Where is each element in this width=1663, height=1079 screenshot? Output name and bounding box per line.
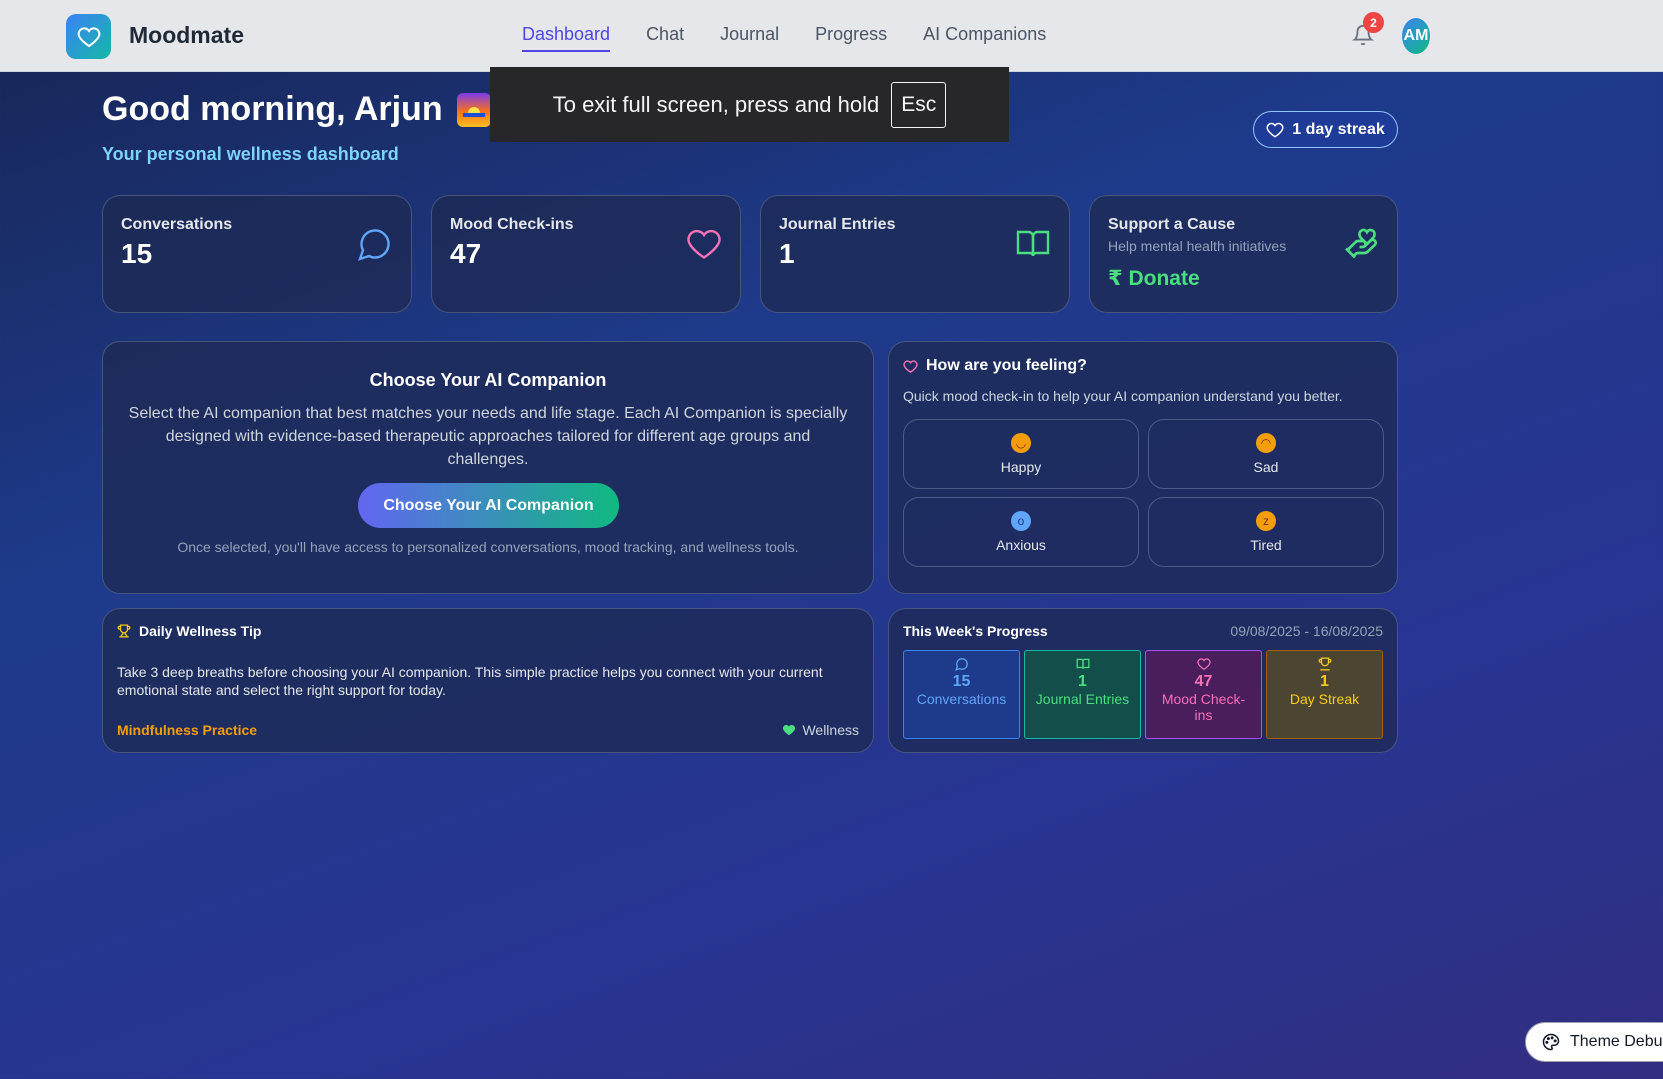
mood-option-label: Happy	[1000, 459, 1042, 475]
progress-tile-journal: 1 Journal Entries	[1024, 650, 1141, 739]
progress-title: This Week's Progress	[903, 623, 1048, 639]
sleepy-face-icon: z	[1256, 511, 1276, 531]
progress-date-range: 09/08/2025 - 16/08/2025	[1230, 623, 1383, 639]
mood-title-text: How are you feeling?	[926, 357, 1087, 374]
wellness-tip-card: Daily Wellness Tip Take 3 deep breaths b…	[102, 608, 874, 753]
nav-link-progress[interactable]: Progress	[815, 24, 887, 52]
tip-category: Wellness	[782, 722, 859, 738]
esc-key: Esc	[891, 81, 947, 128]
app-logo[interactable]	[66, 14, 111, 59]
companion-description: Select the AI companion that best matche…	[128, 405, 848, 468]
companion-title: Choose Your AI Companion	[369, 370, 607, 390]
notification-badge: 2	[1363, 12, 1384, 33]
choose-companion-button[interactable]: Choose Your AI Companion	[358, 483, 619, 528]
stat-label: Conversations	[121, 216, 233, 233]
progress-label: Day Streak	[1289, 691, 1360, 707]
progress-label: Conversations	[916, 691, 1007, 707]
heart-icon	[903, 359, 918, 373]
trophy-icon	[117, 624, 131, 638]
toast-text: To exit full screen, press and hold	[552, 91, 880, 117]
stat-value: 47	[450, 238, 482, 269]
hand-heart-icon	[1345, 228, 1378, 259]
mood-option-tired[interactable]: z Tired	[1148, 497, 1384, 567]
companion-note: Once selected, you'll have access to per…	[177, 539, 799, 555]
heart-icon	[687, 229, 721, 259]
nav-link-chat[interactable]: Chat	[646, 24, 684, 52]
tip-text: Take 3 deep breaths before choosing your…	[117, 664, 823, 698]
heart-icon	[77, 26, 100, 47]
palette-icon	[1542, 1033, 1560, 1051]
top-navbar: Moodmate Dashboard Chat Journal Progress…	[0, 0, 1663, 72]
mood-option-happy[interactable]: ◡ Happy	[903, 419, 1139, 489]
book-icon	[1016, 230, 1050, 257]
tip-title: Daily Wellness Tip	[117, 623, 261, 639]
heart-icon	[1196, 658, 1211, 671]
tip-title-text: Daily Wellness Tip	[139, 623, 262, 639]
progress-value: 47	[1194, 673, 1213, 690]
donate-button[interactable]: ₹ Donate	[1108, 266, 1200, 291]
donate-button-label: Donate	[1128, 267, 1200, 290]
sad-face-icon: ◠	[1256, 433, 1276, 453]
progress-value: 1	[1320, 673, 1329, 690]
nav-link-dashboard[interactable]: Dashboard	[522, 24, 611, 52]
book-icon	[1076, 658, 1089, 669]
brand-name: Moodmate	[129, 22, 244, 48]
greeting-heading: Good morning, Arjun	[102, 90, 491, 129]
chat-bubble-icon	[358, 229, 390, 261]
greeting-text: Good morning, Arjun	[102, 90, 443, 128]
nav-links: Dashboard Chat Journal Progress AI Compa…	[522, 24, 1046, 52]
progress-tile-conversations: 15 Conversations	[903, 650, 1020, 739]
trophy-icon	[1318, 657, 1331, 671]
progress-tile-mood: 47 Mood Check-ins	[1145, 650, 1262, 739]
chat-bubble-icon	[954, 658, 968, 671]
mood-option-anxious[interactable]: o Anxious	[903, 497, 1139, 567]
mood-option-sad[interactable]: ◠ Sad	[1148, 419, 1384, 489]
heart-icon	[1266, 122, 1284, 138]
donate-card: Support a Cause Help mental health initi…	[1089, 195, 1398, 313]
rupee-icon: ₹	[1108, 267, 1123, 290]
progress-tile-streak: 1 Day Streak	[1266, 650, 1383, 739]
green-heart-icon	[783, 724, 796, 736]
nav-link-ai-companions[interactable]: AI Companions	[923, 24, 1046, 52]
stat-value: 15	[121, 238, 153, 269]
progress-value: 1	[1078, 673, 1087, 690]
stat-value: 1	[779, 238, 795, 269]
stat-card-journal-entries: Journal Entries 1	[760, 195, 1070, 313]
mood-checkin-card: How are you feeling? Quick mood check-in…	[888, 341, 1398, 594]
theme-debug-label: Theme Debu	[1570, 1033, 1663, 1050]
tip-tag: Mindfulness Practice	[117, 722, 258, 738]
donate-subtitle: Help mental health initiatives	[1108, 238, 1287, 254]
fullscreen-exit-toast: To exit full screen, press and hold Esc	[490, 67, 1009, 142]
donate-label: Support a Cause	[1108, 216, 1236, 233]
theme-debug-button[interactable]: Theme Debu	[1525, 1022, 1663, 1062]
weekly-progress-card: This Week's Progress 09/08/2025 - 16/08/…	[888, 608, 1398, 753]
progress-label: Journal Entries	[1035, 691, 1130, 707]
anxious-face-icon: o	[1011, 511, 1031, 531]
progress-value: 15	[952, 673, 971, 690]
mood-option-label: Anxious	[996, 537, 1046, 553]
sunrise-icon	[456, 92, 491, 127]
stat-label: Mood Check-ins	[450, 216, 574, 233]
nav-link-journal[interactable]: Journal	[720, 24, 779, 52]
happy-face-icon: ◡	[1011, 433, 1031, 453]
streak-badge: 1 day streak	[1253, 111, 1398, 148]
mood-title: How are you feeling?	[903, 357, 1087, 375]
avatar[interactable]: AM	[1402, 18, 1430, 54]
stat-card-conversations: Conversations 15	[102, 195, 412, 313]
streak-text: 1 day streak	[1292, 120, 1385, 138]
mood-option-label: Tired	[1250, 537, 1282, 553]
progress-label: Mood Check-ins	[1161, 691, 1246, 723]
companion-card: Choose Your AI Companion Select the AI c…	[102, 341, 874, 594]
mood-subtitle: Quick mood check-in to help your AI comp…	[903, 388, 1343, 404]
mood-option-label: Sad	[1253, 459, 1279, 475]
stat-card-mood-checkins: Mood Check-ins 47	[431, 195, 741, 313]
stat-label: Journal Entries	[779, 216, 896, 233]
page-subtitle: Your personal wellness dashboard	[102, 144, 399, 164]
tip-category-text: Wellness	[802, 722, 859, 738]
